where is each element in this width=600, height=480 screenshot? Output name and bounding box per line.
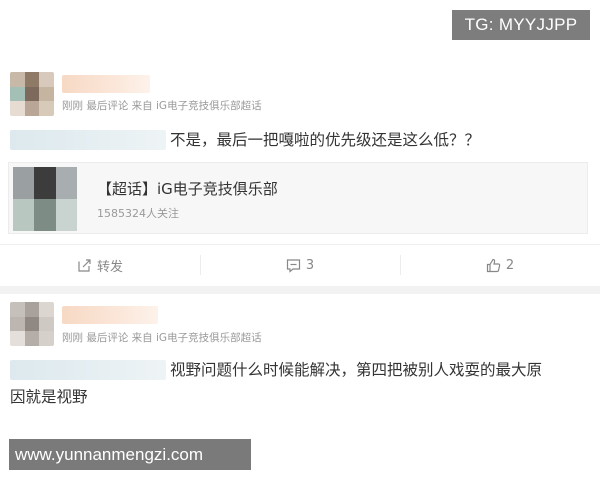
supertopic-title: 【超话】iG电子竞技俱乐部 bbox=[97, 180, 278, 198]
blur-pixel bbox=[39, 302, 54, 317]
blur-pixel bbox=[34, 167, 56, 199]
supertopic-thumbnail bbox=[13, 167, 77, 231]
watermark-top: TG: MYYJJPP bbox=[452, 10, 590, 40]
blur-pixel bbox=[34, 199, 56, 231]
post-1: 刚刚 最后评论 来自 iG电子竞技俱乐部超话 不是，最后一把嘎啦的优先级还是这么… bbox=[0, 60, 600, 286]
blur-pixel bbox=[55, 167, 77, 199]
post-text: 不是，最后一把嘎啦的优先级还是这么低？？ bbox=[170, 131, 481, 149]
supertopic-followers: 1585324人关注 bbox=[97, 207, 179, 220]
post-text-line2: 因就是视野 bbox=[10, 388, 88, 406]
mention-blurred[interactable] bbox=[10, 360, 166, 380]
mention-blurred[interactable] bbox=[10, 130, 166, 150]
post-divider bbox=[0, 286, 600, 294]
blur-pixel bbox=[24, 86, 40, 102]
username-blurred[interactable] bbox=[62, 75, 150, 93]
blur-pixel bbox=[10, 101, 25, 116]
supertopic-card[interactable]: 【超话】iG电子竞技俱乐部 1585324人关注 bbox=[8, 162, 588, 234]
post-text-line1: 视野问题什么时候能解决，第四把被别人戏耍的最大原 bbox=[170, 361, 543, 379]
blur-pixel bbox=[39, 331, 54, 346]
blur-pixel bbox=[55, 199, 77, 231]
blur-pixel bbox=[24, 302, 40, 317]
blur-pixel bbox=[10, 316, 25, 332]
like-button[interactable]: 2 bbox=[400, 245, 600, 285]
like-icon bbox=[486, 258, 501, 273]
comment-count: 3 bbox=[305, 257, 315, 273]
blur-pixel bbox=[10, 86, 25, 102]
blur-pixel bbox=[13, 167, 35, 199]
blur-pixel bbox=[24, 331, 40, 346]
share-icon bbox=[77, 258, 92, 273]
blur-pixel bbox=[24, 101, 40, 116]
blur-pixel bbox=[39, 316, 54, 332]
blur-pixel bbox=[39, 86, 54, 102]
post-meta: 刚刚 最后评论 来自 iG电子竞技俱乐部超话 bbox=[62, 332, 262, 344]
like-count: 2 bbox=[505, 257, 515, 273]
post-actions: 转发 3 2 bbox=[0, 244, 600, 285]
blur-pixel bbox=[10, 331, 25, 346]
blur-pixel bbox=[24, 72, 40, 87]
comment-icon bbox=[286, 258, 301, 273]
watermark-bottom: www.yunnanmengzi.com bbox=[9, 439, 251, 470]
share-button[interactable]: 转发 bbox=[0, 245, 200, 285]
post-meta: 刚刚 最后评论 来自 iG电子竞技俱乐部超话 bbox=[62, 100, 262, 112]
post-2: 刚刚 最后评论 来自 iG电子竞技俱乐部超话 视野问题什么时候能解决，第四把被别… bbox=[0, 294, 600, 434]
share-label: 转发 bbox=[96, 259, 123, 275]
comment-button[interactable]: 3 bbox=[200, 245, 400, 285]
blur-pixel bbox=[13, 199, 35, 231]
avatar[interactable] bbox=[10, 302, 54, 346]
blur-pixel bbox=[39, 72, 54, 87]
blur-pixel bbox=[10, 302, 25, 317]
blur-pixel bbox=[24, 316, 40, 332]
username-blurred[interactable] bbox=[62, 306, 158, 324]
blur-pixel bbox=[10, 72, 25, 87]
avatar[interactable] bbox=[10, 72, 54, 116]
blur-pixel bbox=[39, 101, 54, 116]
